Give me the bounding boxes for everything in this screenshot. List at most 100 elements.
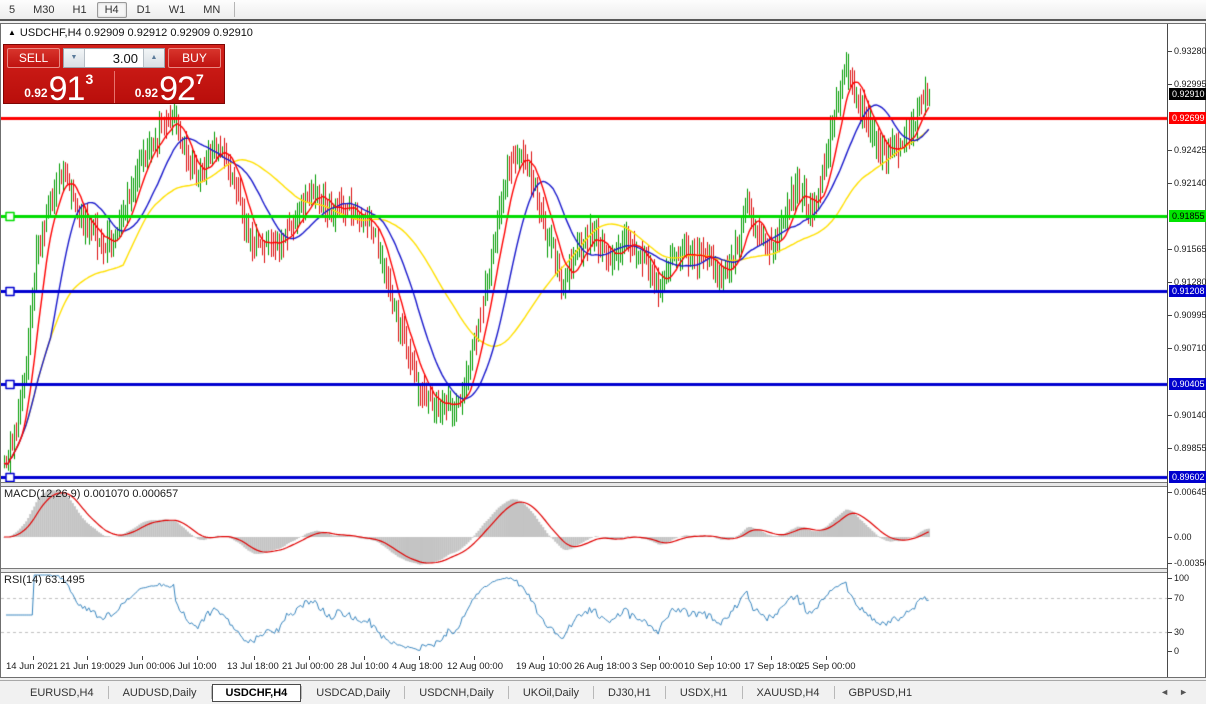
time-tick-mark: [419, 656, 420, 660]
macd-pane: MACD(12,26,9) 0.001070 0.000657: [1, 487, 1167, 568]
collapse-panel-icon[interactable]: ▲: [8, 28, 16, 37]
rsi-axis-label: 70: [1174, 593, 1184, 603]
time-tick-label: 21 Jun 19:00: [60, 661, 115, 672]
time-tick-label: 3 Sep 00:00: [632, 661, 683, 672]
time-tick-mark: [364, 656, 365, 660]
trade-controls-row: SELL ▼ 3.00 ▲ BUY: [4, 47, 224, 69]
tab-scroll-left-icon[interactable]: ◄: [1160, 687, 1179, 697]
bid-prefix: 0.92: [24, 86, 47, 100]
axis-tick-mark: [1168, 492, 1172, 493]
price-tick-label: 0.91565: [1174, 244, 1206, 254]
macd-label: MACD(12,26,9) 0.001070 0.000657: [4, 488, 178, 500]
chart-tab-usdx[interactable]: USDX,H1: [666, 684, 742, 702]
rsi-axis-label: 100: [1174, 573, 1189, 583]
rsi-canvas[interactable]: [1, 573, 1167, 656]
time-tick-label: 17 Sep 18:00: [744, 661, 801, 672]
axis-tick-mark: [1168, 282, 1172, 283]
time-tick-label: 29 Jun 00:00: [115, 661, 170, 672]
sell-button[interactable]: SELL: [7, 48, 60, 68]
price-tick-label: 0.92140: [1174, 178, 1206, 188]
time-tick-label: 21 Jul 00:00: [282, 661, 334, 672]
price-line-badge: 0.92910: [1169, 88, 1206, 100]
main-price-pane: ▲ USDCHF,H4 0.92909 0.92912 0.92909 0.929…: [1, 24, 1167, 482]
volume-input[interactable]: 3.00: [85, 49, 143, 67]
price-tick-label: 0.90995: [1174, 310, 1206, 320]
price-line-badge: 0.89602: [1169, 471, 1206, 483]
time-tick-label: 13 Jul 18:00: [227, 661, 279, 672]
price-tick-label: 0.90140: [1174, 410, 1206, 420]
price-tick-label: 0.90710: [1174, 343, 1206, 353]
time-tick-mark: [142, 656, 143, 660]
time-tick-mark: [87, 656, 88, 660]
time-tick-mark: [474, 656, 475, 660]
time-tick-mark: [543, 656, 544, 660]
chart-tab-usdchf[interactable]: USDCHF,H4: [212, 684, 302, 702]
timeframe-button-mn[interactable]: MN: [195, 2, 228, 18]
price-line-badge: 0.92699: [1169, 112, 1206, 124]
time-axis: 14 Jun 202121 Jun 19:0029 Jun 00:006 Jul…: [1, 656, 1167, 677]
price-tick-label: 0.92425: [1174, 145, 1206, 155]
chart-tab-ukoil[interactable]: UKOil,Daily: [509, 684, 593, 702]
time-tick-mark: [711, 656, 712, 660]
tab-scroll-right-icon[interactable]: ►: [1179, 687, 1198, 697]
ask-price[interactable]: 0.92927: [115, 71, 225, 103]
bid-ask-row: 0.92913 0.92927: [4, 71, 224, 103]
timeframe-button-m30[interactable]: M30: [25, 2, 62, 18]
ohlc-text: USDCHF,H4 0.92909 0.92912 0.92909 0.9291…: [20, 27, 253, 39]
time-tick-label: 12 Aug 00:00: [447, 661, 503, 672]
axis-tick-mark: [1168, 598, 1172, 599]
time-tick-mark: [826, 656, 827, 660]
macd-axis-label: 0.00: [1174, 532, 1192, 542]
chart-tab-xauusd[interactable]: XAUUSD,H4: [743, 684, 834, 702]
rsi-label: RSI(14) 63.1495: [4, 574, 85, 586]
time-tick-label: 28 Jul 10:00: [337, 661, 389, 672]
bid-price[interactable]: 0.92913: [4, 71, 115, 103]
price-tick-label: 0.93280: [1174, 46, 1206, 56]
time-tick-label: 19 Aug 10:00: [516, 661, 572, 672]
axis-tick-mark: [1168, 183, 1172, 184]
time-tick-label: 25 Sep 00:00: [799, 661, 856, 672]
time-tick-mark: [197, 656, 198, 660]
price-line-badge: 0.90405: [1169, 378, 1206, 390]
volume-increase-button[interactable]: ▲: [143, 49, 164, 67]
bid-pip-digit: 3: [85, 71, 93, 87]
ask-big-digits: 92: [159, 70, 195, 108]
time-tick-label: 4 Aug 18:00: [392, 661, 443, 672]
axis-tick-mark: [1168, 448, 1172, 449]
bid-big-digits: 91: [49, 70, 85, 108]
triangle-down-icon: ▼: [71, 54, 78, 61]
rsi-pane: RSI(14) 63.1495: [1, 573, 1167, 656]
chart-tab-usdcad[interactable]: USDCAD,Daily: [302, 684, 404, 702]
time-tick-label: 6 Jul 10:00: [170, 661, 216, 672]
chart-tab-dj30[interactable]: DJ30,H1: [594, 684, 665, 702]
chart-tab-eurusd[interactable]: EURUSD,H4: [16, 684, 108, 702]
axis-tick-mark: [1168, 84, 1172, 85]
time-tick-mark: [309, 656, 310, 660]
axis-tick-mark: [1168, 348, 1172, 349]
price-tick-label: 0.89855: [1174, 443, 1206, 453]
timeframe-toolbar: 5M30H1H4D1W1MN: [0, 0, 1206, 21]
chart-tab-usdcnh[interactable]: USDCNH,Daily: [405, 684, 508, 702]
axis-tick-mark: [1168, 578, 1172, 579]
chart-tab-gbpusd[interactable]: GBPUSD,H1: [835, 684, 927, 702]
chart-tab-audusd[interactable]: AUDUSD,Daily: [109, 684, 211, 702]
timeframe-button-5[interactable]: 5: [1, 2, 23, 18]
ask-prefix: 0.92: [135, 86, 158, 100]
axis-tick-mark: [1168, 415, 1172, 416]
macd-axis-label: 0.006451: [1174, 487, 1206, 497]
tab-scroll-arrows: ◄►: [1160, 687, 1198, 697]
chart-ohlc-title: ▲ USDCHF,H4 0.92909 0.92912 0.92909 0.929…: [8, 27, 253, 39]
time-tick-label: 26 Aug 18:00: [574, 661, 630, 672]
timeframe-button-d1[interactable]: D1: [129, 2, 159, 18]
one-click-trading-panel: SELL ▼ 3.00 ▲ BUY 0.92913 0.92927: [3, 44, 225, 104]
axis-tick-mark: [1168, 537, 1172, 538]
price-line-badge: 0.91855: [1169, 210, 1206, 222]
axis-tick-mark: [1168, 315, 1172, 316]
timeframe-button-w1[interactable]: W1: [161, 2, 194, 18]
macd-axis-label: -0.003500: [1174, 558, 1206, 568]
buy-button[interactable]: BUY: [168, 48, 221, 68]
timeframe-button-h4[interactable]: H4: [97, 2, 127, 18]
timeframe-button-h1[interactable]: H1: [65, 2, 95, 18]
volume-decrease-button[interactable]: ▼: [64, 49, 85, 67]
time-tick-mark: [33, 656, 34, 660]
